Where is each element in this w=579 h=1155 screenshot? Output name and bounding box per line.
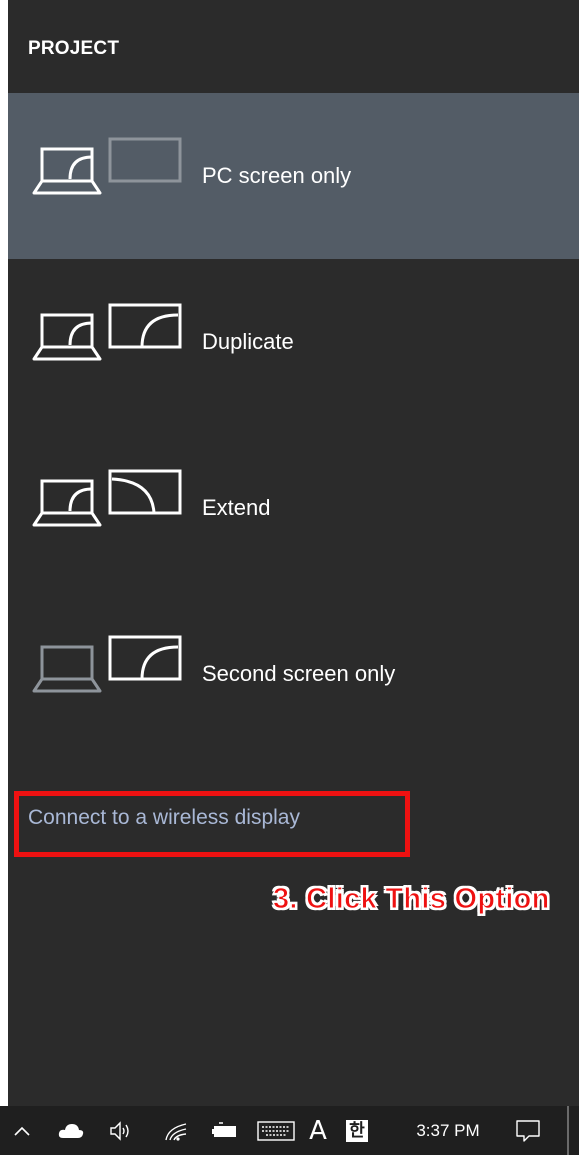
option-pc-screen-only[interactable]: PC screen only: [8, 93, 579, 259]
wifi-icon[interactable]: [160, 1106, 194, 1155]
ime-label: 한: [346, 1119, 368, 1142]
battery-icon[interactable]: [208, 1106, 244, 1155]
notification-icon[interactable]: [508, 1106, 548, 1155]
option-label: Second screen only: [202, 661, 396, 686]
pc-screen-only-icon: [32, 137, 182, 195]
duplicate-icon: [32, 303, 182, 361]
taskbar: A 한 3:37 PM: [0, 1106, 579, 1155]
clock[interactable]: 3:37 PM: [400, 1106, 496, 1155]
ime-icon[interactable]: 한: [344, 1106, 370, 1155]
option-duplicate[interactable]: Duplicate: [8, 259, 579, 425]
second-screen-only-icon: [32, 635, 182, 693]
touch-keyboard-icon[interactable]: [255, 1106, 297, 1155]
annotation-text: 3. Click This Option: [273, 883, 550, 916]
taskbar-divider: [567, 1106, 569, 1155]
extend-icon: [32, 469, 182, 527]
option-extend[interactable]: Extend: [8, 425, 579, 591]
annotation-highlight-box: [14, 791, 410, 857]
panel-title: PROJECT: [28, 38, 120, 59]
language-icon[interactable]: A: [305, 1106, 331, 1155]
chevron-up-icon[interactable]: [8, 1106, 36, 1155]
option-label: PC screen only: [202, 163, 352, 188]
volume-icon[interactable]: [104, 1106, 138, 1155]
option-label: Extend: [202, 495, 271, 520]
option-label: Duplicate: [202, 329, 294, 354]
project-panel: PROJECT PC screen only Duplicate Extend …: [8, 0, 579, 1106]
option-second-screen-only[interactable]: Second screen only: [8, 591, 579, 757]
onedrive-cloud-icon[interactable]: [56, 1106, 86, 1155]
